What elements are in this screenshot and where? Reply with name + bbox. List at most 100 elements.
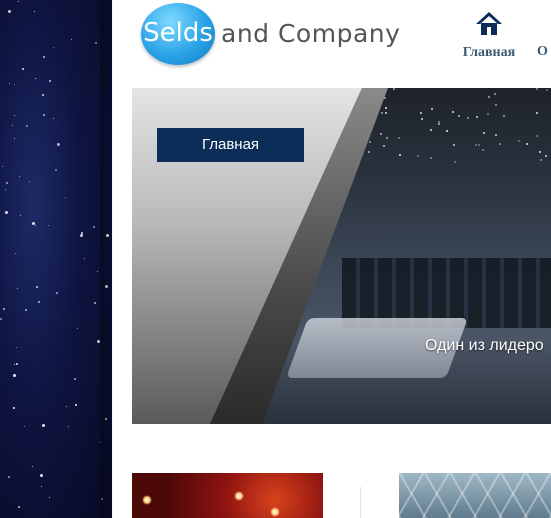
star bbox=[32, 466, 33, 467]
ceiling-sparkle bbox=[499, 143, 501, 145]
star bbox=[25, 309, 27, 311]
logo-text: and Company bbox=[221, 19, 401, 48]
star bbox=[24, 426, 25, 427]
ceiling-sparkle bbox=[526, 143, 528, 145]
star bbox=[3, 308, 5, 310]
star bbox=[5, 189, 6, 190]
ceiling-sparkle bbox=[545, 155, 547, 157]
star bbox=[77, 328, 78, 329]
star bbox=[2, 166, 3, 167]
star bbox=[57, 143, 60, 146]
ceiling-sparkle bbox=[454, 161, 456, 163]
ceiling-sparkle bbox=[503, 115, 505, 117]
star bbox=[95, 42, 97, 44]
star bbox=[15, 253, 16, 254]
star bbox=[14, 115, 15, 116]
ceiling-sparkle bbox=[452, 111, 454, 113]
star bbox=[14, 84, 15, 85]
logo-circle-text: Selds bbox=[143, 18, 213, 48]
ceiling-sparkle bbox=[430, 129, 432, 131]
thumbnail-light bbox=[142, 495, 152, 505]
star bbox=[56, 292, 58, 294]
ceiling-sparkle bbox=[546, 89, 548, 91]
star bbox=[0, 318, 2, 320]
ceiling-sparkle bbox=[368, 151, 370, 153]
star bbox=[49, 80, 51, 82]
star bbox=[14, 138, 15, 139]
star bbox=[93, 226, 95, 228]
ceiling-sparkle bbox=[536, 135, 538, 137]
starry-background bbox=[0, 0, 112, 518]
star bbox=[75, 404, 77, 406]
ceiling-sparkle bbox=[399, 154, 401, 156]
background-shadow bbox=[100, 0, 114, 518]
ceiling-sparkle bbox=[482, 149, 484, 151]
ceiling-sparkle bbox=[478, 144, 480, 146]
star bbox=[65, 197, 66, 198]
star bbox=[55, 169, 57, 171]
star bbox=[17, 288, 18, 289]
ceiling-sparkle bbox=[540, 159, 542, 161]
ceiling-sparkle bbox=[430, 157, 432, 159]
nav-item-next[interactable]: О bbox=[537, 44, 548, 60]
nav-item-home-label: Главная bbox=[462, 45, 516, 60]
star bbox=[32, 222, 35, 225]
ceiling-sparkle bbox=[438, 123, 440, 125]
ceiling-sparkle bbox=[494, 93, 496, 95]
banner-title[interactable]: Главная bbox=[157, 128, 304, 162]
star bbox=[49, 497, 50, 498]
thumbnail-light bbox=[234, 491, 244, 501]
star bbox=[6, 182, 8, 184]
ceiling-sparkle bbox=[383, 145, 385, 147]
star bbox=[13, 407, 15, 409]
ceiling-sparkle bbox=[420, 112, 422, 114]
star bbox=[80, 234, 83, 237]
star bbox=[36, 286, 38, 288]
star bbox=[8, 476, 10, 478]
star bbox=[42, 424, 45, 427]
star bbox=[53, 118, 54, 119]
ceiling-sparkle bbox=[431, 108, 433, 110]
star bbox=[94, 302, 96, 304]
star bbox=[14, 364, 15, 365]
ceiling-sparkle bbox=[487, 113, 489, 115]
star bbox=[20, 215, 21, 216]
home-icon bbox=[476, 12, 502, 35]
star bbox=[34, 11, 35, 12]
ceiling-sparkle bbox=[369, 141, 371, 143]
star bbox=[18, 1, 19, 2]
star bbox=[8, 10, 11, 13]
star bbox=[29, 181, 30, 182]
star bbox=[48, 225, 49, 226]
ceiling-sparkle bbox=[398, 137, 400, 139]
star bbox=[43, 56, 45, 58]
ceiling-sparkle bbox=[467, 117, 469, 119]
star bbox=[68, 426, 69, 427]
nav-item-home[interactable]: Главная bbox=[455, 10, 523, 61]
ceiling-sparkle bbox=[421, 118, 423, 120]
thumbnail-divider bbox=[360, 487, 361, 518]
ceiling-sparkle bbox=[381, 112, 383, 114]
star bbox=[84, 258, 85, 259]
star bbox=[66, 406, 67, 407]
ceiling-sparkle bbox=[495, 134, 497, 136]
star bbox=[71, 39, 72, 40]
ceiling-sparkle bbox=[393, 88, 395, 90]
ceiling-sparkle bbox=[417, 155, 419, 157]
ceiling-sparkle bbox=[495, 104, 497, 106]
company-logo[interactable]: Selds and Company bbox=[141, 3, 400, 69]
star bbox=[41, 486, 42, 487]
thumbnail-light bbox=[270, 507, 280, 517]
ceiling-sparkle bbox=[446, 130, 448, 132]
thumbnail-glass-ceiling[interactable] bbox=[399, 473, 551, 518]
ceiling-sparkle bbox=[475, 144, 477, 146]
logo-circle: Selds bbox=[141, 3, 215, 65]
thumbnail-red-ceiling[interactable] bbox=[132, 473, 323, 518]
star bbox=[38, 301, 40, 303]
star bbox=[12, 125, 13, 126]
ceiling-sparkle bbox=[385, 112, 387, 114]
star bbox=[18, 506, 20, 508]
banner-caption: Один из лидеро bbox=[425, 337, 544, 354]
ceiling-sparkle bbox=[380, 133, 382, 135]
ceiling-sparkle bbox=[386, 137, 388, 139]
